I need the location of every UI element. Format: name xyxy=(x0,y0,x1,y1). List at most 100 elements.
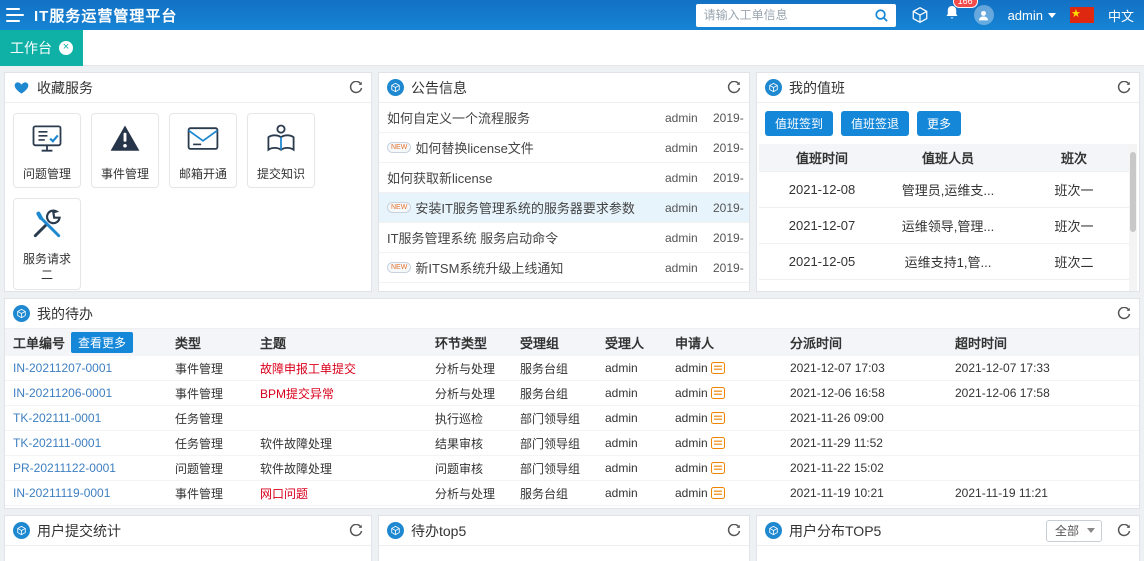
duty-row: 2021-12-07 运维领导,管理... 班次一 xyxy=(759,208,1137,244)
todo-top5-panel: 待办top5 20 xyxy=(378,515,750,561)
search-input[interactable] xyxy=(695,3,896,27)
duty-panel: 我的值班 值班签到 值班签退 更多 值班时间 值班人员 班次 2021-12-08 管… xyxy=(756,72,1140,292)
scope-filter-select[interactable]: 全部 xyxy=(1045,519,1102,542)
refresh-icon[interactable] xyxy=(349,80,363,95)
refresh-icon[interactable] xyxy=(727,80,741,95)
refresh-icon[interactable] xyxy=(727,523,741,538)
language-switch[interactable]: 中文 xyxy=(1108,6,1134,25)
panel-title: 用户提交统计 xyxy=(37,522,121,539)
tab-bar: 工作台 × xyxy=(0,30,1144,66)
announcement-item[interactable]: IT服务管理系统 服务启动命令 admin 2019- xyxy=(379,223,749,253)
app-window: IT服务运营管理平台 166 admin ★ xyxy=(0,0,1144,561)
menu-icon[interactable] xyxy=(6,8,24,22)
todo-panel: 我的待办 工单编号 查看更多 类型 主题 环节类型 受理组 受理人 申请人 分派时… xyxy=(4,298,1140,509)
chart-axis-tick: 20 xyxy=(379,546,749,561)
service-card-request[interactable]: 服务请求二 xyxy=(13,198,81,290)
duty-scrollbar[interactable] xyxy=(1129,144,1137,291)
tab-label: 工作台 xyxy=(10,40,52,56)
duty-cube-icon xyxy=(765,79,782,96)
user-menu[interactable]: admin xyxy=(1008,8,1056,23)
book-reader-icon xyxy=(263,121,299,162)
refresh-icon[interactable] xyxy=(1117,80,1131,95)
main-content: 收藏服务 问题管理 事件管理 邮箱开通 提交知识 服务请求二 公告信息 如何自定… xyxy=(0,66,1144,561)
panel-title: 收藏服务 xyxy=(37,79,93,96)
panel-title: 待办top5 xyxy=(411,522,467,539)
todo-row: IN-20211207-0001 事件管理 故障申报工单提交 分析与处理 服务台… xyxy=(5,356,1139,381)
new-badge: NEW xyxy=(387,202,412,213)
new-badge: NEW xyxy=(387,142,412,153)
duty-more-button[interactable]: 更多 xyxy=(917,111,962,136)
applicant-detail-icon xyxy=(710,437,725,449)
user-distribution-panel: 用户分布TOP5 全部 xyxy=(756,515,1140,561)
distribution-cube-icon xyxy=(765,522,782,539)
refresh-icon[interactable] xyxy=(1117,523,1131,538)
duty-table-header: 值班时间 值班人员 班次 xyxy=(759,144,1137,172)
tools-icon xyxy=(29,206,65,247)
ticket-link[interactable]: IN-20211206-0001 xyxy=(13,386,112,400)
ticket-link[interactable]: IN-20211119-0001 xyxy=(13,486,110,500)
notification-count-badge: 166 xyxy=(952,0,978,8)
app-cube-icon[interactable] xyxy=(910,5,930,25)
todo-row: PR-20211122-0001 问题管理 软件故障处理 问题审核 部门领导组 … xyxy=(5,456,1139,481)
todo-table-header: 工单编号 查看更多 类型 主题 环节类型 受理组 受理人 申请人 分派时间 超时时… xyxy=(5,329,1139,356)
panel-title: 我的待办 xyxy=(37,305,93,322)
username: admin xyxy=(1007,7,1043,23)
todo-row: TK-202111-0001 任务管理 执行巡检 部门领导组 admin adm… xyxy=(5,406,1139,431)
announcements-panel: 公告信息 如何自定义一个流程服务 admin 2019- NEW 如何替换lic… xyxy=(378,72,750,292)
todo-cube-icon xyxy=(13,305,30,322)
todo-row: TK-202111-0001 任务管理 软件故障处理 结果审核 部门领导组 ad… xyxy=(5,431,1139,456)
applicant-detail-icon xyxy=(710,387,725,399)
search-box xyxy=(695,3,896,27)
applicant-detail-icon xyxy=(710,462,725,474)
search-icon[interactable] xyxy=(872,6,892,25)
duty-signin-button[interactable]: 值班签到 xyxy=(765,111,834,136)
service-card-label: 问题管理 xyxy=(22,167,71,181)
ticket-link[interactable]: PR-20211122-0001 xyxy=(13,461,116,475)
china-flag-icon: ★ xyxy=(1069,7,1094,23)
panel-title: 公告信息 xyxy=(411,79,467,96)
top-header: IT服务运营管理平台 166 admin ★ xyxy=(0,0,1144,30)
service-card-problem[interactable]: 问题管理 xyxy=(13,113,81,189)
announcement-cube-icon xyxy=(387,79,404,96)
duty-signout-button[interactable]: 值班签退 xyxy=(841,111,910,136)
service-card-incident[interactable]: 事件管理 xyxy=(91,113,159,189)
announcement-item[interactable]: 如何自定义一个流程服务 admin 2019- xyxy=(379,103,749,133)
ticket-link[interactable]: IN-20211207-0001 xyxy=(13,361,112,375)
todo-row: IN-20211119-0001 事件管理 网口问题 分析与处理 服务台组 ad… xyxy=(5,481,1139,506)
view-more-button[interactable]: 查看更多 xyxy=(71,332,134,353)
ticket-link[interactable]: TK-202111-0001 xyxy=(13,411,101,425)
duty-row: 2021-12-08 管理员,运维支... 班次一 xyxy=(759,172,1137,208)
tab-close-icon[interactable]: × xyxy=(59,41,73,55)
user-avatar[interactable] xyxy=(973,5,994,25)
favorites-panel: 收藏服务 问题管理 事件管理 邮箱开通 提交知识 服务请求二 xyxy=(4,72,372,292)
user-stats-panel: 用户提交统计 xyxy=(4,515,372,561)
announcement-list: 如何自定义一个流程服务 admin 2019- NEW 如何替换license文… xyxy=(379,103,749,291)
app-title: IT服务运营管理平台 xyxy=(34,7,178,25)
refresh-icon[interactable] xyxy=(1117,306,1131,321)
refresh-icon[interactable] xyxy=(349,523,363,538)
announcement-item[interactable]: NEW 如何替换license文件 admin 2019- xyxy=(379,133,749,163)
tab-workbench[interactable]: 工作台 × xyxy=(0,30,83,66)
announcement-item[interactable]: 如何获取新license admin 2019- xyxy=(379,163,749,193)
stats-cube-icon xyxy=(13,522,30,539)
service-card-label: 服务请求二 xyxy=(22,252,71,283)
todo-row: IN-20211206-0001 事件管理 BPM提交异常 分析与处理 服务台组… xyxy=(5,381,1139,406)
panel-title: 我的值班 xyxy=(789,79,845,96)
ticket-link[interactable]: TK-202111-0001 xyxy=(13,436,101,450)
service-card-grid: 问题管理 事件管理 邮箱开通 提交知识 服务请求二 xyxy=(5,103,371,291)
announcement-item-highlighted[interactable]: NEW 安装IT服务管理系统的服务器要求参数 admin 2019- xyxy=(379,193,749,223)
announcement-item[interactable]: NEW 新ITSM系统升级上线通知 admin 2019- xyxy=(379,253,749,283)
service-card-email[interactable]: 邮箱开通 xyxy=(169,113,237,189)
notifications-bell-icon[interactable]: 166 xyxy=(944,0,978,26)
monitor-check-icon xyxy=(29,121,65,162)
duty-row: 2021-12-05 运维支持1,管... 班次二 xyxy=(759,244,1137,280)
top5-cube-icon xyxy=(387,522,404,539)
chevron-down-icon xyxy=(1047,12,1056,18)
service-card-label: 提交知识 xyxy=(256,167,305,181)
applicant-detail-icon xyxy=(710,487,725,499)
chevron-down-icon xyxy=(1087,528,1095,533)
service-card-knowledge[interactable]: 提交知识 xyxy=(247,113,315,189)
applicant-detail-icon xyxy=(710,362,725,374)
service-card-label: 邮箱开通 xyxy=(178,167,227,181)
new-badge: NEW xyxy=(387,262,412,273)
